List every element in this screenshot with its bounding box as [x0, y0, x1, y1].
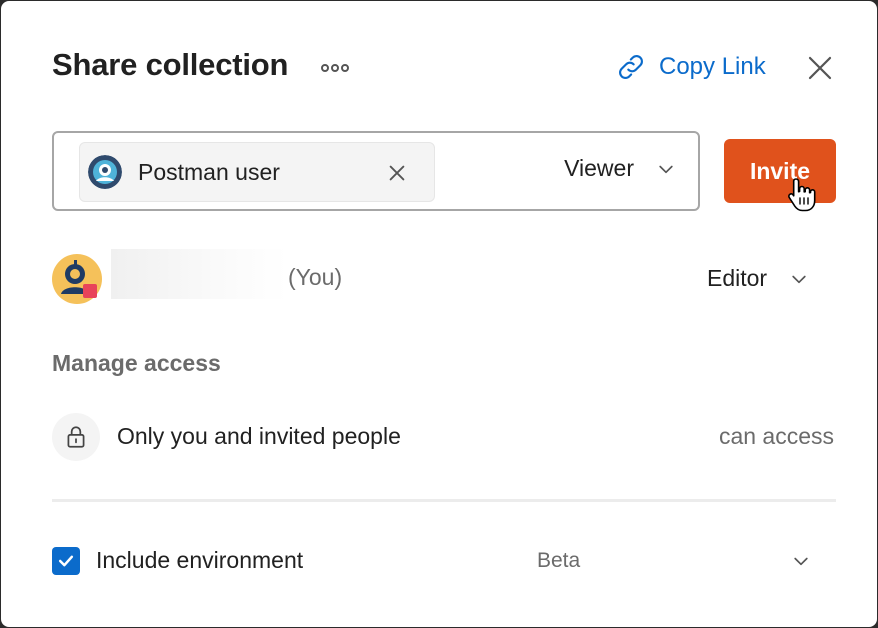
link-icon — [619, 55, 643, 79]
member-name-redacted — [111, 249, 287, 299]
copy-link-button[interactable]: Copy Link — [615, 51, 766, 83]
invite-role-select[interactable]: Viewer — [564, 155, 676, 182]
member-role-value: Editor — [707, 265, 768, 291]
more-options-icon[interactable] — [321, 61, 353, 75]
access-level-label[interactable]: Only you and invited people — [117, 423, 401, 450]
section-divider — [52, 499, 836, 502]
invite-role-value: Viewer — [564, 155, 634, 181]
invite-input-field[interactable]: Postman user Viewer — [52, 131, 700, 211]
access-permission-label: can access — [718, 423, 834, 449]
include-environment-label[interactable]: Include environment — [96, 547, 303, 574]
chevron-down-icon — [659, 165, 673, 173]
chevron-down-icon[interactable] — [791, 551, 811, 571]
dialog-title: Share collection — [52, 47, 289, 82]
manage-access-heading: Manage access — [52, 350, 221, 376]
postman-user-avatar-icon — [88, 155, 122, 189]
lock-icon — [52, 413, 100, 461]
member-you-label: (You) — [288, 264, 343, 290]
invite-button[interactable]: Invite — [724, 139, 836, 203]
chevron-down-icon — [792, 275, 806, 283]
beta-badge: Beta — [537, 549, 581, 572]
check-icon — [58, 555, 74, 567]
include-environment-checkbox[interactable] — [52, 547, 80, 575]
copy-link-label: Copy Link — [659, 53, 766, 80]
close-icon[interactable] — [805, 53, 835, 83]
share-collection-dialog: Share collection Copy Link Postman user — [1, 1, 877, 627]
member-avatar-icon — [52, 254, 102, 304]
invitee-chip-label: Postman user — [138, 158, 280, 185]
member-role-select[interactable]: Editor — [707, 265, 809, 292]
invitee-chip: Postman user — [79, 142, 435, 202]
remove-chip-icon[interactable] — [386, 162, 408, 184]
